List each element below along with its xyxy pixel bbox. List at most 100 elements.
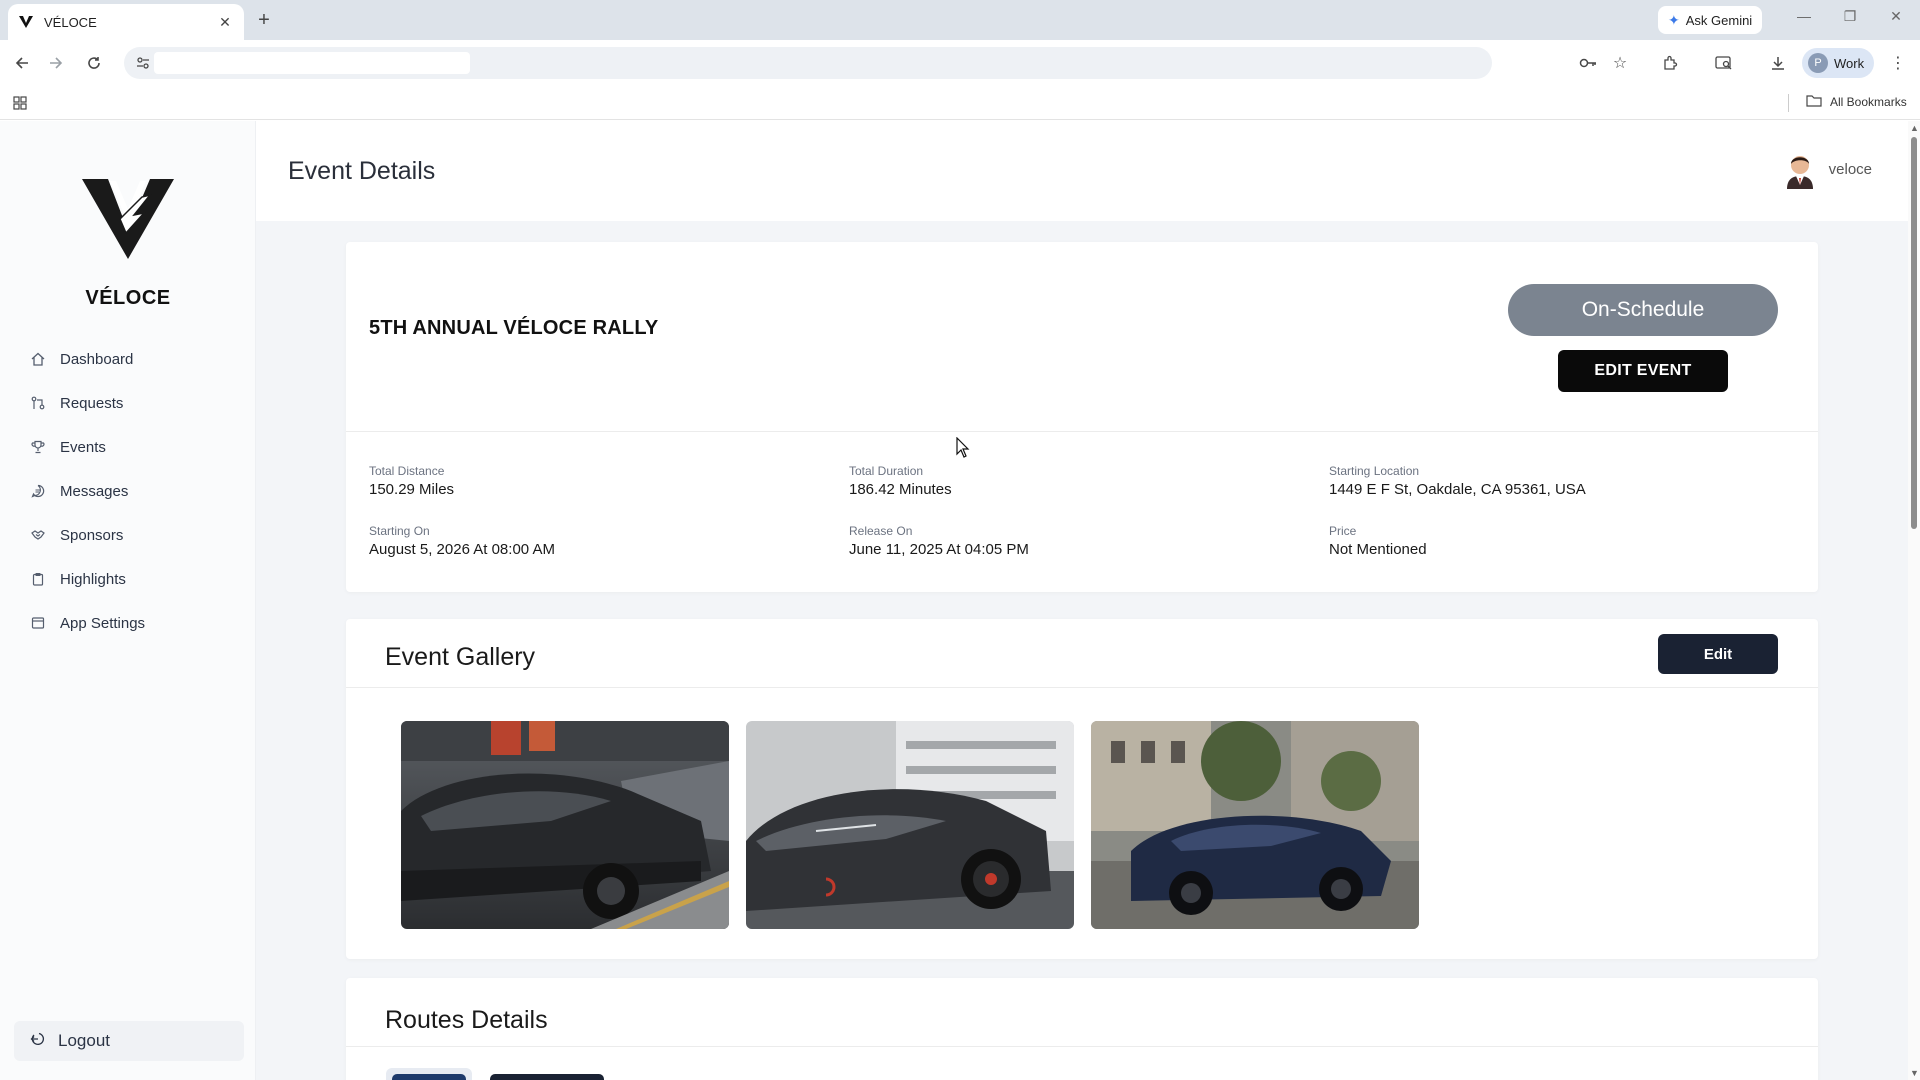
gallery-title: Event Gallery [385, 643, 536, 671]
routes-title: Routes Details [385, 1006, 548, 1034]
message-icon [30, 483, 46, 499]
edit-event-button[interactable]: EDIT EVENT [1558, 350, 1728, 392]
event-summary-card: 5TH ANNUAL VÉLOCE RALLY On-Schedule EDIT… [346, 242, 1818, 592]
event-gallery-card: Event Gallery Edit [346, 619, 1818, 959]
all-bookmarks-label: All Bookmarks [1830, 95, 1907, 109]
detail-label: Total Distance [369, 464, 445, 478]
scrollbar-thumb[interactable] [1911, 137, 1917, 529]
route-tab-active[interactable] [386, 1068, 472, 1080]
sidebar-item-messages[interactable]: Messages [0, 469, 256, 513]
url-input[interactable] [154, 52, 470, 74]
tab-search-icon[interactable] [1712, 51, 1736, 75]
detail-value: June 11, 2025 At 04:05 PM [849, 541, 1029, 558]
bookmarks-bar: All Bookmarks [0, 86, 1920, 120]
download-icon[interactable] [1766, 51, 1790, 75]
detail-value: 150.29 Miles [369, 481, 455, 498]
clipboard-icon [30, 571, 46, 587]
avatar [1783, 149, 1817, 189]
sidebar-item-label: Sponsors [60, 526, 124, 544]
forward-icon[interactable] [44, 51, 68, 75]
profile-button[interactable]: P Work [1802, 48, 1875, 78]
close-window-icon[interactable]: ✕ [1884, 8, 1908, 25]
scroll-down-icon[interactable]: ▼ [1910, 1068, 1919, 1078]
sidebar-item-requests[interactable]: Requests [0, 381, 256, 425]
back-icon[interactable] [10, 51, 34, 75]
bookmark-star-icon[interactable]: ☆ [1608, 51, 1632, 75]
sidebar-item-label: Dashboard [60, 350, 134, 368]
tab-title: VÉLOCE [44, 14, 97, 30]
page-title: Event Details [288, 157, 436, 185]
gallery-edit-button[interactable]: Edit [1658, 634, 1778, 674]
reload-icon[interactable] [82, 51, 106, 75]
page-scrollbar[interactable]: ▲ ▼ [1908, 121, 1920, 1080]
trophy-icon [30, 439, 46, 455]
browser-toolbar: ☆ P Work ⋮ [0, 40, 1920, 86]
gallery-image-3[interactable] [1091, 721, 1419, 929]
username: veloce [1828, 160, 1872, 178]
detail-value: Not Mentioned [1329, 541, 1427, 558]
sidebar-item-highlights[interactable]: Highlights [0, 557, 256, 601]
mouse-cursor-icon [956, 436, 970, 459]
divider [346, 1046, 1818, 1047]
detail-value: 186.42 Minutes [849, 481, 952, 498]
detail-release-on: Release On June 11, 2025 At 04:05 PM [849, 524, 1029, 558]
veloce-favicon-icon [18, 14, 34, 30]
scroll-up-icon[interactable]: ▲ [1910, 123, 1919, 133]
ask-gemini-label: Ask Gemini [1685, 12, 1753, 28]
sidebar-item-events[interactable]: Events [0, 425, 256, 469]
sidebar-item-app-settings[interactable]: App Settings [0, 601, 256, 645]
handshake-icon [30, 527, 46, 543]
sidebar-nav: Dashboard Requests Events Messages Spons… [0, 337, 256, 645]
detail-value: August 5, 2026 At 08:00 AM [369, 541, 555, 558]
detail-label: Release On [849, 524, 913, 538]
route-tab-fill [392, 1074, 466, 1080]
address-bar[interactable] [124, 47, 1492, 79]
detail-total-duration: Total Duration 186.42 Minutes [849, 464, 952, 498]
bookmarks-separator [1788, 94, 1789, 112]
status-badge: On-Schedule [1508, 284, 1778, 336]
logout-label: Logout [58, 1031, 110, 1050]
detail-label: Total Duration [849, 464, 924, 478]
sidebar-item-label: App Settings [60, 614, 146, 632]
detail-label: Starting Location [1329, 464, 1420, 478]
sidebar: VÉLOCE Dashboard Requests Events Message… [0, 121, 256, 1080]
gallery-image-1[interactable] [401, 721, 729, 929]
apps-grid-icon[interactable] [12, 95, 28, 111]
detail-starting-on: Starting On August 5, 2026 At 08:00 AM [369, 524, 555, 558]
browser-menu-icon[interactable]: ⋮ [1886, 51, 1910, 75]
extensions-icon[interactable] [1658, 51, 1682, 75]
sidebar-item-label: Messages [60, 482, 129, 500]
password-key-icon[interactable] [1576, 51, 1600, 75]
home-icon [30, 351, 46, 367]
route-tab[interactable] [490, 1074, 604, 1080]
requests-icon [30, 395, 46, 411]
divider [346, 687, 1818, 688]
browser-tab[interactable]: VÉLOCE ✕ [8, 4, 244, 40]
user-menu[interactable]: veloce [1783, 149, 1872, 189]
gemini-sparkle-icon: ✦ [1668, 11, 1680, 28]
detail-label: Starting On [369, 524, 430, 538]
detail-value: 1449 E F St, Oakdale, CA 95361, USA [1329, 481, 1586, 498]
close-tab-icon[interactable]: ✕ [216, 14, 234, 31]
sidebar-item-label: Events [60, 438, 106, 456]
minimize-window-icon[interactable]: — [1792, 8, 1816, 24]
restore-window-icon[interactable]: ❐ [1838, 8, 1862, 25]
brand-name: VÉLOCE [85, 287, 171, 309]
profile-label: Work [1834, 55, 1865, 71]
detail-starting-location: Starting Location 1449 E F St, Oakdale, … [1329, 464, 1586, 498]
sidebar-item-sponsors[interactable]: Sponsors [0, 513, 256, 557]
all-bookmarks-button[interactable]: All Bookmarks [1806, 94, 1907, 110]
ask-gemini-button[interactable]: ✦ Ask Gemini [1658, 6, 1763, 34]
logout-icon [30, 1031, 46, 1052]
detail-total-distance: Total Distance 150.29 Miles [369, 464, 454, 498]
app-viewport: VÉLOCE Dashboard Requests Events Message… [0, 121, 1908, 1080]
detail-price: Price Not Mentioned [1329, 524, 1427, 558]
site-info-icon[interactable] [134, 54, 152, 72]
sidebar-item-dashboard[interactable]: Dashboard [0, 337, 256, 381]
gallery-image-2[interactable] [746, 721, 1074, 929]
logout-button[interactable]: Logout [14, 1021, 244, 1061]
new-tab-button[interactable]: + [252, 8, 276, 32]
page-header: Event Details veloce [256, 121, 1908, 221]
settings-icon [30, 615, 46, 631]
event-name: 5TH ANNUAL VÉLOCE RALLY [369, 317, 659, 339]
